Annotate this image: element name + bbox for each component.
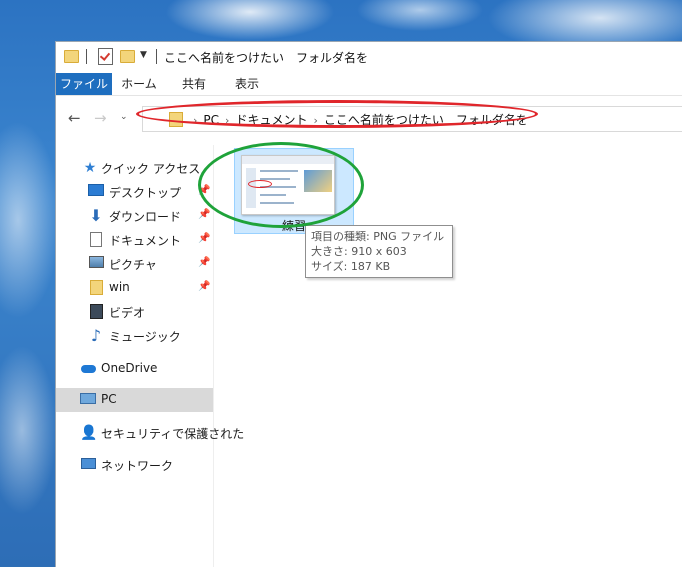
pin-icon: 📌: [198, 281, 211, 292]
tooltip-file-size: サイズ: 187 KB: [311, 260, 391, 273]
window-title: ここへ名前をつけたい フォルダ名を: [164, 51, 369, 65]
tooltip-type: 項目の種類: PNG ファイル: [311, 230, 445, 243]
divider: [156, 49, 157, 64]
tab-share[interactable]: 共有: [172, 73, 216, 95]
cloud-icon: [80, 361, 96, 377]
sidebar-item-documents[interactable]: ドキュメント 📌: [56, 228, 213, 252]
sidebar-item-quick-access[interactable]: ★ クイック アクセス: [56, 156, 213, 180]
video-icon: [88, 304, 104, 320]
network-icon: [80, 457, 96, 473]
pin-icon: 📌: [198, 257, 211, 268]
pictures-icon: [88, 256, 104, 272]
recent-chevron-icon[interactable]: ⌄: [120, 112, 128, 122]
folder-icon: [88, 280, 104, 296]
sidebar-item-win[interactable]: win 📌: [56, 276, 213, 300]
file-tooltip: 項目の種類: PNG ファイル 大きさ: 910 x 603 サイズ: 187 …: [305, 225, 453, 278]
back-arrow-icon[interactable]: ←: [68, 109, 81, 127]
sidebar-item-label: ピクチャ: [109, 258, 157, 272]
tab-file[interactable]: ファイル: [56, 73, 112, 95]
sidebar-item-label: クイック アクセス: [101, 162, 201, 176]
sidebar-item-music[interactable]: ♪ ミュージック: [56, 324, 213, 348]
network-secure-icon: 👤: [80, 425, 98, 441]
star-icon: ★: [83, 160, 97, 176]
sidebar-item-pc[interactable]: PC: [56, 388, 213, 412]
forward-arrow-icon[interactable]: →: [94, 109, 107, 127]
tab-home[interactable]: ホーム: [118, 73, 160, 95]
chevron-down-icon[interactable]: ▼: [140, 50, 147, 60]
sidebar-item-secure-network[interactable]: 👤 セキュリティで保護された: [56, 421, 244, 445]
title-bar: ▼ ここへ名前をつけたい フォルダ名を: [56, 42, 682, 73]
sidebar-item-network[interactable]: ネットワーク: [56, 453, 213, 477]
red-annotation-ellipse: [136, 100, 538, 128]
pc-icon: [80, 392, 96, 408]
sidebar-item-label: ミュージック: [109, 330, 181, 344]
navigation-pane: ★ クイック アクセス デスクトップ 📌 ⬇ ダウンロード 📌 ドキュメント 📌…: [56, 145, 244, 567]
sidebar-item-desktop[interactable]: デスクトップ 📌: [56, 180, 213, 204]
sidebar-item-label: OneDrive: [101, 361, 158, 375]
sidebar-item-downloads[interactable]: ⬇ ダウンロード 📌: [56, 204, 213, 228]
sidebar-item-pictures[interactable]: ピクチャ 📌: [56, 252, 213, 276]
sidebar-item-label: ビデオ: [109, 306, 146, 320]
green-annotation-ellipse: [198, 142, 364, 228]
sidebar-item-label: デスクトップ: [109, 186, 182, 200]
sidebar-item-label: ネットワーク: [101, 459, 174, 473]
tab-view[interactable]: 表示: [226, 73, 268, 95]
music-icon: ♪: [90, 326, 102, 345]
tooltip-dimensions: 大きさ: 910 x 603: [311, 245, 407, 258]
properties-check-icon[interactable]: [98, 48, 113, 65]
sidebar-item-onedrive[interactable]: OneDrive: [56, 357, 213, 381]
document-icon: [88, 232, 104, 248]
pin-icon: 📌: [198, 209, 211, 220]
folder-icon: [64, 50, 79, 63]
new-folder-icon[interactable]: [120, 50, 135, 63]
download-icon: ⬇: [89, 206, 103, 225]
sidebar-item-label: PC: [101, 392, 117, 406]
desktop-icon: [88, 184, 104, 200]
sidebar-item-label: ダウンロード: [109, 210, 182, 224]
ribbon-tabs: ファイル ホーム 共有 表示: [56, 73, 682, 96]
divider: [86, 49, 87, 64]
sidebar-item-label: セキュリティで保護された: [101, 427, 245, 441]
pin-icon: 📌: [198, 233, 211, 244]
sidebar-item-label: win: [109, 280, 130, 294]
sidebar-item-label: ドキュメント: [109, 234, 182, 248]
sidebar-item-videos[interactable]: ビデオ: [56, 300, 213, 324]
